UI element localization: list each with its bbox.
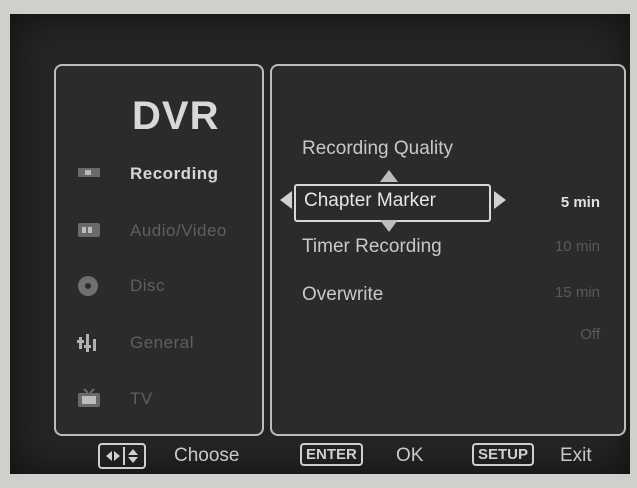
general-icon [76,331,100,352]
menu-item-timer-recording[interactable]: Timer Recording [302,236,442,258]
osd-frame: DVR Recording Audio/Video Disc General T… [24,32,630,488]
sidebar-item-tv[interactable]: TV [66,379,256,419]
tv-screen: DVR Recording Audio/Video Disc General T… [10,14,630,474]
menu-value-option[interactable]: Off [580,326,600,343]
left-panel: DVR Recording Audio/Video Disc General T… [54,64,264,436]
menu-item-chapter-marker[interactable]: Chapter Marker [304,190,436,212]
sidebar-item-disc[interactable]: Disc [66,266,256,306]
settings-panel: Recording Quality Chapter Marker Timer R… [270,64,626,436]
disc-icon [76,274,100,296]
menu-value-option[interactable]: 15 min [555,284,600,301]
sidebar-item-audio-video[interactable]: Audio/Video [66,211,256,251]
left-arrow-icon [278,189,294,216]
navigation-keys-icon [98,443,146,469]
ok-hint: OK [396,445,424,466]
sidebar-item-recording[interactable]: Recording [66,154,256,194]
menu-item-recording-quality[interactable]: Recording Quality [302,138,453,160]
choose-hint: Choose [174,445,240,466]
osd-title: DVR [132,94,220,138]
enter-key: ENTER [300,443,363,466]
footer-bar: Choose ENTER OK SETUP Exit [24,437,630,481]
sidebar-item-label: Recording [130,164,219,183]
sidebar-item-label: Disc [130,276,166,295]
menu-value-option[interactable]: 10 min [555,238,600,255]
sidebar-item-general[interactable]: General [66,323,256,363]
tv-icon [76,387,100,407]
sidebar-item-label: Audio/Video [130,221,227,240]
recording-icon [76,162,100,182]
sidebar-item-label: General [130,333,194,352]
setup-key: SETUP [472,443,535,466]
exit-hint: Exit [560,445,592,466]
audio-video-icon [76,219,100,239]
menu-item-overwrite[interactable]: Overwrite [302,284,383,306]
menu-value-option[interactable]: 5 min [561,194,600,211]
sidebar-item-label: TV [130,389,153,408]
right-arrow-icon [492,189,508,216]
